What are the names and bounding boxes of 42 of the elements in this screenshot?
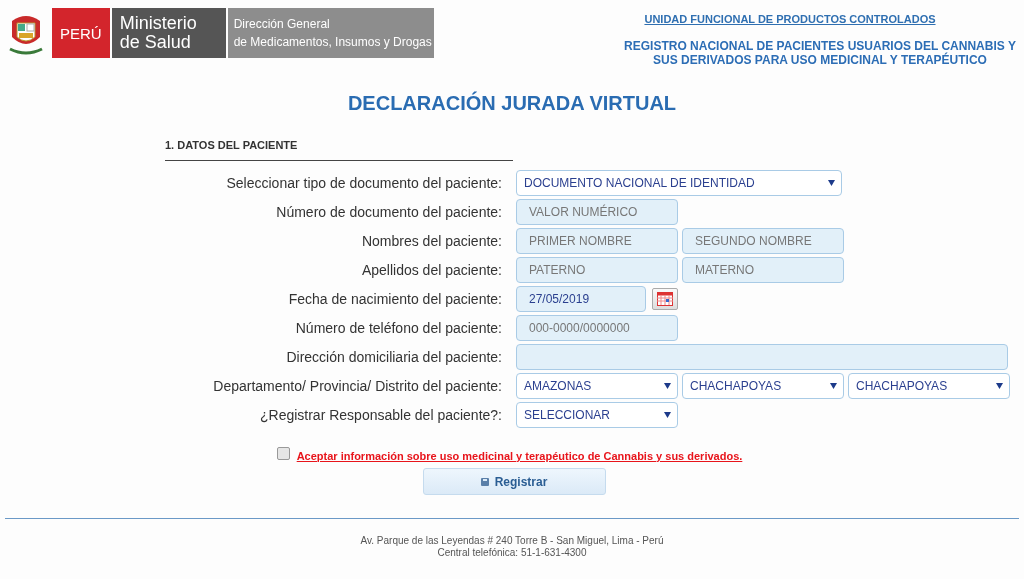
save-icon	[480, 477, 489, 486]
field-label: Dirección domiciliaria del paciente:	[285, 349, 502, 365]
field-label: Número de documento del paciente:	[275, 204, 502, 220]
caret-icon	[996, 383, 1003, 389]
date-field[interactable]: 27/05/2019	[516, 286, 646, 312]
field-label: ¿Registrar Responsable del paciente?:	[258, 407, 502, 423]
caret-icon	[664, 412, 671, 418]
input-field[interactable]	[516, 344, 1008, 370]
dropdown[interactable]: CHACHAPOYAS	[682, 373, 844, 399]
field-label: Nombres del paciente:	[360, 233, 502, 249]
input-field[interactable]: VALOR NUMÉRICO	[516, 199, 678, 225]
ministry-label: Ministerio de Salud	[111, 8, 226, 58]
caret-icon	[828, 180, 835, 186]
dropdown[interactable]: AMAZONAS	[516, 373, 678, 399]
input-field[interactable]: PATERNO	[516, 257, 678, 283]
input-field[interactable]: PRIMER NOMBRE	[516, 228, 678, 254]
page-title: DECLARACIÓN JURADA VIRTUAL	[346, 92, 678, 115]
terms-link[interactable]: Aceptar información sobre uso medicinal y terapéutico de Cannabis y sus derivados.	[296, 450, 743, 462]
unit-link[interactable]: UNIDAD FUNCIONAL DE PRODUCTOS CONTROLADOS	[644, 13, 936, 25]
input-field[interactable]: 000-0000/0000000	[516, 315, 678, 341]
field-label: Apellidos del paciente:	[360, 262, 502, 278]
register-button[interactable]: Registrar	[422, 468, 606, 495]
caret-icon	[664, 383, 671, 389]
field-label: Fecha de nacimiento del paciente:	[287, 291, 502, 307]
calendar-icon	[657, 292, 673, 306]
caret-icon	[830, 383, 837, 389]
input-field[interactable]: MATERNO	[682, 257, 844, 283]
section-title: 1. DATOS DEL PACIENTE	[165, 139, 298, 151]
dropdown[interactable]: DOCUMENTO NACIONAL DE IDENTIDAD	[516, 170, 842, 196]
input-field[interactable]: SEGUNDO NOMBRE	[682, 228, 844, 254]
footer-phone: Central telefónica: 51-1-631-4300	[437, 547, 587, 559]
field-label: Seleccionar tipo de documento del paciente:	[225, 175, 502, 191]
footer-address: Av. Parque de las Leyendas # 240 Torre B - San Miguel, Lima - Perú	[360, 535, 664, 547]
office-label: Dirección General de Medicamentos, Insumos y Drogas	[227, 8, 434, 58]
field-label: Departamento/ Provincia/ Distrito del paciente:	[212, 378, 502, 394]
checkbox[interactable]	[276, 446, 290, 460]
dropdown[interactable]: SELECCIONAR	[516, 402, 678, 428]
calendar-button[interactable]	[652, 288, 678, 310]
field-label: Número de teléfono del paciente:	[294, 320, 502, 336]
dropdown[interactable]: CHACHAPOYAS	[848, 373, 1010, 399]
country-label: PERÚ	[52, 8, 110, 58]
registry-title: REGISTRO NACIONAL DE PACIENTES USUARIOS DEL CANNABIS Y SUS DERIVADOS PARA USO MEDICINAL Y TERAPÉUTICO	[623, 39, 1017, 67]
